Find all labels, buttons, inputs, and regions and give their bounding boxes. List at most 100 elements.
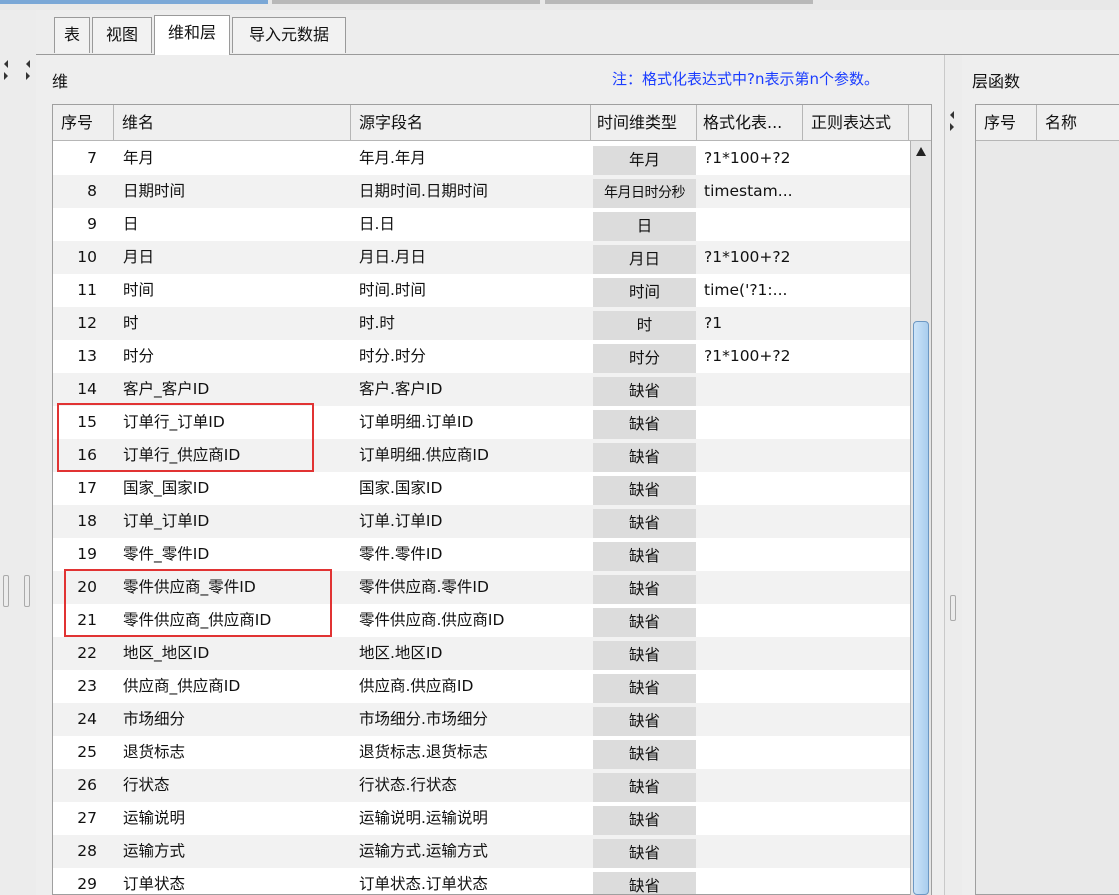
cell-source-field[interactable]: 日.日 — [359, 208, 595, 241]
tab-table[interactable]: 表 — [54, 17, 90, 53]
cell-time-type[interactable]: 缺省 — [593, 575, 696, 604]
cell-regex[interactable] — [811, 538, 911, 571]
table-row[interactable]: 15 订单行_订单ID 订单明细.订单ID 缺省 — [53, 406, 911, 439]
column-header-level-name[interactable]: 名称 — [1037, 105, 1119, 141]
cell-source-field[interactable]: 退货标志.退货标志 — [359, 736, 595, 769]
cell-format-expression[interactable] — [704, 604, 808, 637]
cell-regex[interactable] — [811, 835, 911, 868]
cell-format-expression[interactable]: time('?1:... — [704, 274, 808, 307]
cell-time-type[interactable]: 缺省 — [593, 509, 696, 538]
cell-number[interactable]: 20 — [53, 571, 111, 604]
cell-time-type[interactable]: 缺省 — [593, 773, 696, 802]
cell-number[interactable]: 11 — [53, 274, 111, 307]
cell-format-expression[interactable]: ?1 — [704, 307, 808, 340]
scroll-up-button[interactable] — [913, 143, 929, 161]
cell-regex[interactable] — [811, 472, 911, 505]
cell-format-expression[interactable] — [704, 373, 808, 406]
cell-source-field[interactable]: 订单明细.订单ID — [359, 406, 595, 439]
table-row[interactable]: 14 客户_客户ID 客户.客户ID 缺省 — [53, 373, 911, 406]
cell-format-expression[interactable] — [704, 769, 808, 802]
cell-dimension-name[interactable]: 月日 — [123, 241, 359, 274]
cell-format-expression[interactable] — [704, 670, 808, 703]
cell-format-expression[interactable] — [704, 571, 808, 604]
cell-number[interactable]: 15 — [53, 406, 111, 439]
cell-time-type[interactable]: 缺省 — [593, 476, 696, 505]
cell-source-field[interactable]: 运输方式.运输方式 — [359, 835, 595, 868]
cell-source-field[interactable]: 月日.月日 — [359, 241, 595, 274]
table-row[interactable]: 16 订单行_供应商ID 订单明细.供应商ID 缺省 — [53, 439, 911, 472]
column-header-regex[interactable]: 正则表达式 — [803, 105, 909, 141]
cell-dimension-name[interactable]: 订单行_订单ID — [123, 406, 359, 439]
cell-time-type[interactable]: 缺省 — [593, 806, 696, 835]
cell-time-type[interactable]: 缺省 — [593, 410, 696, 439]
vertical-scrollbar[interactable] — [910, 141, 931, 895]
cell-number[interactable]: 19 — [53, 538, 111, 571]
cell-regex[interactable] — [811, 802, 911, 835]
cell-format-expression[interactable] — [704, 439, 808, 472]
table-row[interactable]: 29 订单状态 订单状态.订单状态 缺省 — [53, 868, 911, 894]
cell-format-expression[interactable] — [704, 538, 808, 571]
tab-view[interactable]: 视图 — [92, 17, 152, 53]
cell-source-field[interactable]: 零件.零件ID — [359, 538, 595, 571]
cell-number[interactable]: 8 — [53, 175, 111, 208]
column-header-name[interactable]: 维名 — [114, 105, 351, 141]
cell-time-type[interactable]: 时分 — [593, 344, 696, 373]
cell-time-type[interactable]: 日 — [593, 212, 696, 241]
cell-dimension-name[interactable]: 运输方式 — [123, 835, 359, 868]
cell-number[interactable]: 17 — [53, 472, 111, 505]
tab-import-metadata[interactable]: 导入元数据 — [232, 17, 346, 53]
cell-dimension-name[interactable]: 日 — [123, 208, 359, 241]
cell-format-expression[interactable] — [704, 736, 808, 769]
cell-dimension-name[interactable]: 运输说明 — [123, 802, 359, 835]
cell-number[interactable]: 21 — [53, 604, 111, 637]
table-row[interactable]: 9 日日.日日 — [53, 208, 911, 241]
cell-format-expression[interactable] — [704, 472, 808, 505]
table-row[interactable]: 19 零件_零件ID 零件.零件ID 缺省 — [53, 538, 911, 571]
table-row[interactable]: 25 退货标志 退货标志.退货标志 缺省 — [53, 736, 911, 769]
cell-time-type[interactable]: 缺省 — [593, 542, 696, 571]
cell-source-field[interactable]: 订单.订单ID — [359, 505, 595, 538]
cell-regex[interactable] — [811, 373, 911, 406]
cell-number[interactable]: 25 — [53, 736, 111, 769]
cell-dimension-name[interactable]: 行状态 — [123, 769, 359, 802]
cell-source-field[interactable]: 行状态.行状态 — [359, 769, 595, 802]
table-row[interactable]: 13 时分 时分.时分 时分 ?1*100+?2 — [53, 340, 911, 373]
table-row[interactable]: 22 地区_地区ID 地区.地区ID 缺省 — [53, 637, 911, 670]
table-row[interactable]: 24 市场细分 市场细分.市场细分 缺省 — [53, 703, 911, 736]
table-row[interactable]: 7 年月 年月.年月 年月 ?1*100+?2 — [53, 142, 911, 175]
cell-format-expression[interactable] — [704, 868, 808, 894]
cell-regex[interactable] — [811, 505, 911, 538]
cell-source-field[interactable]: 年月.年月 — [359, 142, 595, 175]
cell-format-expression[interactable]: ?1*100+?2 — [704, 241, 808, 274]
left-splitter[interactable] — [0, 10, 37, 895]
level-function-table[interactable]: 序号 名称 — [975, 104, 1119, 895]
cell-dimension-name[interactable]: 时分 — [123, 340, 359, 373]
cell-source-field[interactable]: 运输说明.运输说明 — [359, 802, 595, 835]
cell-dimension-name[interactable]: 市场细分 — [123, 703, 359, 736]
cell-time-type[interactable]: 缺省 — [593, 839, 696, 868]
table-row[interactable]: 21 零件供应商_供应商ID 零件供应商.供应商ID 缺省 — [53, 604, 911, 637]
cell-regex[interactable] — [811, 637, 911, 670]
cell-format-expression[interactable]: ?1*100+?2 — [704, 142, 808, 175]
cell-number[interactable]: 22 — [53, 637, 111, 670]
expand-right-icon[interactable] — [950, 123, 954, 131]
cell-regex[interactable] — [811, 769, 911, 802]
table-row[interactable]: 23 供应商_供应商ID 供应商.供应商ID 缺省 — [53, 670, 911, 703]
expand-right-icon[interactable] — [26, 72, 30, 80]
table-row[interactable]: 11 时间 时间.时间 时间 time('?1:... — [53, 274, 911, 307]
cell-number[interactable]: 18 — [53, 505, 111, 538]
cell-source-field[interactable]: 订单状态.订单状态 — [359, 868, 595, 894]
table-row[interactable]: 26 行状态 行状态.行状态 缺省 — [53, 769, 911, 802]
cell-regex[interactable] — [811, 175, 911, 208]
cell-dimension-name[interactable]: 订单_订单ID — [123, 505, 359, 538]
cell-source-field[interactable]: 客户.客户ID — [359, 373, 595, 406]
cell-format-expression[interactable] — [704, 637, 808, 670]
cell-format-expression[interactable]: timestam... — [704, 175, 808, 208]
cell-source-field[interactable]: 时间.时间 — [359, 274, 595, 307]
collapse-left-icon[interactable] — [26, 60, 30, 68]
cell-source-field[interactable]: 市场细分.市场细分 — [359, 703, 595, 736]
table-row[interactable]: 28 运输方式 运输方式.运输方式 缺省 — [53, 835, 911, 868]
cell-dimension-name[interactable]: 时间 — [123, 274, 359, 307]
cell-number[interactable]: 29 — [53, 868, 111, 894]
column-header-time-type[interactable]: 时间维类型 — [591, 105, 697, 141]
